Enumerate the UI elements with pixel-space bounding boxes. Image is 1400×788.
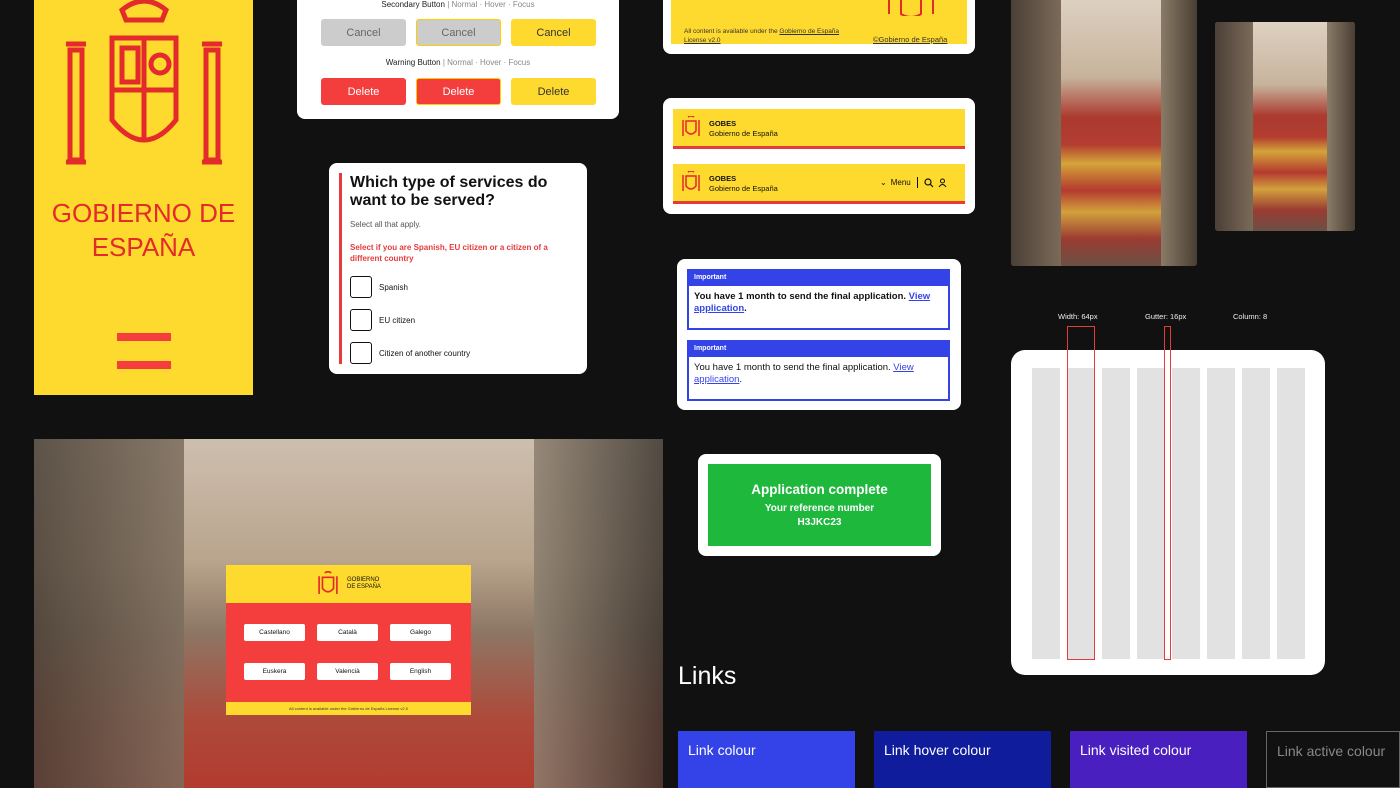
checkbox-label: EU citizen — [379, 315, 416, 325]
crest-icon — [682, 171, 700, 191]
notification-text: You have 1 month to send the final appli… — [694, 291, 907, 302]
street-stairs-photo — [1011, 0, 1197, 266]
warning-button-label: Warning Button — [385, 58, 441, 67]
street-stairs-photo-cropped — [1215, 22, 1355, 231]
cancel-button-focus[interactable]: Cancel — [511, 19, 596, 46]
form-hint: Select all that apply. — [350, 220, 422, 229]
success-card: Application complete Your reference numb… — [698, 454, 941, 556]
header-short-name[interactable]: GOBES — [709, 119, 736, 128]
cancel-button-normal[interactable]: Cancel — [321, 19, 406, 46]
checkbox-form-card: Which type of services do want to be ser… — [329, 163, 587, 374]
language-button-catala[interactable]: Català — [317, 624, 378, 641]
grid-column — [1032, 368, 1060, 659]
secondary-button-label: Secondary Button — [381, 0, 445, 9]
site-header: GOBES Gobierno de España — [673, 109, 965, 149]
checkbox-label: Citizen of another country — [379, 348, 471, 358]
crest-icon — [318, 571, 338, 594]
flag-stripe — [117, 333, 171, 341]
gutter-width-marker — [1164, 326, 1171, 660]
grid-column — [1207, 368, 1235, 659]
notification-heading: Important — [689, 342, 948, 357]
search-icon[interactable] — [924, 177, 934, 188]
grid-column — [1242, 368, 1270, 659]
checkbox-label: Spanish — [379, 282, 408, 292]
notification-card: Important You have 1 month to send the f… — [677, 259, 961, 410]
brand-line1: GOBIERNO — [347, 577, 380, 583]
header-short-name[interactable]: GOBES — [709, 174, 736, 183]
delete-button-hover[interactable]: Delete — [416, 78, 501, 105]
site-header-with-menu: GOBES Gobierno de España ⌄ Menu — [673, 164, 965, 204]
language-selector: GOBIERNO DE ESPAÑA Castellano Català Gal… — [226, 565, 471, 715]
confirmation-subtitle: Your reference number — [764, 503, 875, 514]
confirmation-panel: Application complete Your reference numb… — [708, 464, 931, 546]
checkbox[interactable] — [350, 309, 372, 331]
link-hover-colour-swatch: Link hover colour — [874, 731, 1051, 788]
delete-button-normal[interactable]: Delete — [321, 78, 406, 105]
language-button-galego[interactable]: Galego — [390, 624, 451, 641]
brand-line2: DE ESPAÑA — [347, 584, 381, 590]
button-states: | Normal · Hover · Focus — [442, 58, 531, 67]
chevron-down-icon[interactable]: ⌄ — [880, 178, 887, 187]
footer-sample-card: All content is available under the Gobie… — [663, 0, 975, 54]
grid-column — [1172, 368, 1200, 659]
form-error: Select if you are Spanish, EU citizen or… — [350, 243, 548, 263]
delete-button-focus[interactable]: Delete — [511, 78, 596, 105]
checkbox[interactable] — [350, 276, 372, 298]
grid-column — [1137, 368, 1165, 659]
notification-banner: Important You have 1 month to send the f… — [687, 269, 950, 330]
header-samples-card: GOBES Gobierno de España GOBES Gobierno … — [663, 98, 975, 214]
government-poster: GOBIERNO DE ESPAÑA — [34, 0, 253, 395]
grid-column — [1102, 368, 1130, 659]
crest-icon — [682, 116, 700, 136]
language-button-euskera[interactable]: Euskera — [244, 663, 305, 680]
error-rule — [339, 173, 342, 364]
poster-title-line2: ESPAÑA — [91, 232, 196, 262]
form-question: Which type of services do want to be ser… — [350, 174, 548, 209]
grid-gutter-label: Gutter: 16px — [1145, 312, 1187, 321]
footer-sample: All content is available under the Gobie… — [671, 0, 967, 44]
grid-width-label: Width: 64px — [1058, 312, 1098, 321]
flag-stripe — [117, 361, 171, 369]
link-colour-swatch: Link colour — [678, 731, 855, 788]
cancel-button-hover[interactable]: Cancel — [416, 19, 501, 46]
copyright-link[interactable]: ©Gobierno de España — [873, 35, 947, 44]
language-selector-preview: GOBIERNO DE ESPAÑA Castellano Català Gal… — [34, 439, 663, 788]
license-prefix: All content is available under the — [684, 28, 778, 35]
link-visited-colour-swatch: Link visited colour — [1070, 731, 1247, 788]
checkbox-option[interactable]: EU citizen — [350, 309, 415, 331]
reference-number: H3JKC23 — [797, 517, 842, 528]
language-selector-footer: All content is available under the Gobie… — [226, 702, 471, 715]
notification-banner: Important You have 1 month to send the f… — [687, 340, 950, 401]
divider — [916, 177, 918, 188]
checkbox[interactable] — [350, 342, 372, 364]
notification-text: You have 1 month to send the final appli… — [694, 362, 891, 373]
confirmation-title: Application complete — [751, 482, 888, 497]
grid-columns-label: Column: 8 — [1233, 312, 1268, 321]
header-full-name[interactable]: Gobierno de España — [709, 184, 778, 193]
language-selector-header: GOBIERNO DE ESPAÑA — [226, 565, 471, 603]
menu-button[interactable]: Menu — [891, 178, 911, 187]
header-full-name[interactable]: Gobierno de España — [709, 129, 778, 138]
license-link[interactable]: Gobierno de España — [779, 28, 839, 35]
language-button-castellano[interactable]: Castellano — [244, 624, 305, 641]
poster-title-line1: GOBIERNO DE — [51, 198, 236, 228]
button-states: | Normal · Hover · Focus — [447, 0, 535, 9]
link-active-colour-swatch: Link active colour — [1266, 731, 1400, 788]
buttons-card: Secondary Button | Normal · Hover · Focu… — [297, 0, 619, 119]
language-button-english[interactable]: English — [390, 663, 451, 680]
checkbox-option[interactable]: Spanish — [350, 276, 408, 298]
column-width-marker — [1067, 326, 1095, 660]
license-link-version[interactable]: License v2.0 — [684, 37, 721, 44]
coat-of-arms-icon — [888, 0, 934, 16]
user-icon[interactable] — [938, 178, 947, 188]
links-section-title: Links — [678, 662, 737, 690]
notification-heading: Important — [689, 271, 948, 286]
coat-of-arms-icon — [66, 0, 222, 165]
checkbox-option[interactable]: Citizen of another country — [350, 342, 470, 364]
grid-column — [1277, 368, 1305, 659]
language-button-valencia[interactable]: Valencià — [317, 663, 378, 680]
